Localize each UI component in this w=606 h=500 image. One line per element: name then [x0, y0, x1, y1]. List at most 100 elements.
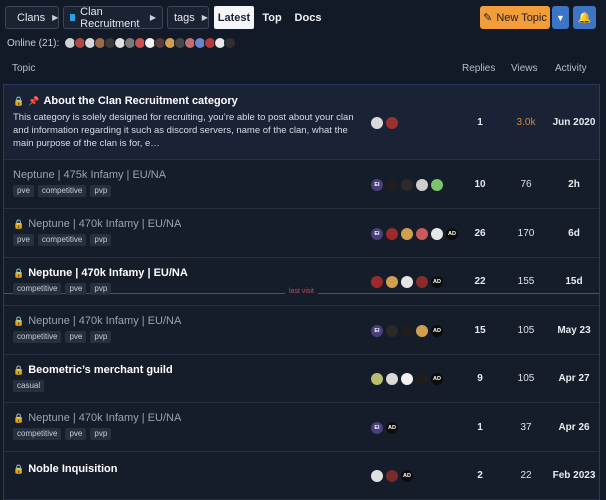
- topic-activity[interactable]: 6d: [549, 228, 599, 239]
- topic-activity[interactable]: Feb 2023: [549, 470, 599, 481]
- poster-avatar[interactable]: [386, 470, 398, 482]
- header-views[interactable]: Views: [511, 63, 538, 74]
- poster-avatar[interactable]: [371, 373, 383, 385]
- category-dropdown[interactable]: Clans ▶: [5, 6, 59, 29]
- bell-icon[interactable]: 🔔: [573, 6, 596, 29]
- tag-competitive[interactable]: competitive: [13, 331, 62, 343]
- tag-competitive[interactable]: competitive: [13, 428, 62, 440]
- poster-avatar[interactable]: AD: [386, 421, 398, 434]
- tags-dropdown[interactable]: tags ▶: [167, 6, 209, 29]
- topic-title-text[interactable]: Beometric’s merchant guild: [28, 364, 172, 376]
- header-topic[interactable]: Topic: [12, 63, 35, 74]
- topic-title[interactable]: Neptune | 475k Infamy | EU/NA: [13, 169, 166, 181]
- poster-avatar[interactable]: AD: [401, 470, 413, 482]
- tag-competitive[interactable]: competitive: [37, 185, 87, 197]
- poster-avatar[interactable]: EI: [371, 178, 383, 191]
- topic-title[interactable]: 🔒 Beometric’s merchant guild: [13, 364, 173, 376]
- tag-competitive[interactable]: competitive: [13, 283, 62, 295]
- topic-title-text[interactable]: About the Clan Recruitment category: [43, 95, 237, 107]
- topic-title-text[interactable]: Neptune | 470k Infamy | EU/NA: [28, 315, 181, 327]
- topic-activity[interactable]: Apr 27: [549, 373, 599, 384]
- poster-avatar[interactable]: [416, 276, 428, 288]
- tag-pve[interactable]: pve: [65, 283, 87, 295]
- topic-title-text[interactable]: Neptune | 470k Infamy | EU/NA: [28, 267, 188, 279]
- new-topic-button[interactable]: ✎ New Topic: [480, 6, 550, 29]
- tag-competitive[interactable]: competitive: [37, 234, 87, 246]
- chevron-down-icon[interactable]: ▼: [552, 6, 569, 29]
- topic-activity[interactable]: Jun 2020: [549, 117, 599, 128]
- poster-avatar[interactable]: [386, 373, 398, 385]
- topic-excerpt[interactable]: This category is solely designed for rec…: [13, 111, 358, 150]
- topic-title[interactable]: 🔒 Neptune | 470k Infamy | EU/NA: [13, 218, 181, 230]
- poster-avatar[interactable]: [401, 178, 413, 191]
- poster-avatar[interactable]: [386, 324, 398, 337]
- nav-latest[interactable]: Latest: [214, 6, 254, 29]
- topic-title[interactable]: 🔒 Noble Inquisition: [13, 463, 117, 475]
- tag-casual[interactable]: casual: [13, 380, 45, 392]
- poster-avatar[interactable]: [401, 276, 413, 288]
- topic-row[interactable]: 🔒 Noble Inquisition AD 2 22 Feb 2023: [4, 452, 599, 500]
- poster-avatar[interactable]: [386, 116, 398, 129]
- poster-avatar[interactable]: [401, 373, 413, 385]
- topic-title-text[interactable]: Noble Inquisition: [28, 463, 117, 475]
- topic-title[interactable]: 🔒 Neptune | 470k Infamy | EU/NA: [13, 267, 188, 279]
- poster-avatar[interactable]: [416, 178, 428, 191]
- tag-pvp[interactable]: pvp: [90, 234, 112, 246]
- poster-avatar[interactable]: EI: [371, 324, 383, 337]
- tag-pvp[interactable]: pvp: [90, 185, 112, 197]
- poster-avatar[interactable]: [401, 227, 413, 240]
- topic-row[interactable]: Neptune | 475k Infamy | EU/NA pve competit…: [4, 160, 599, 209]
- poster-avatar[interactable]: [401, 324, 413, 337]
- poster-avatar[interactable]: [371, 116, 383, 129]
- topic-title[interactable]: 🔒 📌 About the Clan Recruitment category: [13, 95, 238, 107]
- poster-avatar[interactable]: AD: [431, 324, 443, 337]
- topic-title-text[interactable]: Neptune | 475k Infamy | EU/NA: [13, 169, 166, 181]
- nav-docs[interactable]: Docs: [292, 6, 324, 29]
- nav-top[interactable]: Top: [258, 6, 286, 29]
- poster-avatar[interactable]: EI: [371, 227, 383, 240]
- topic-title[interactable]: 🔒 Neptune | 470k Infamy | EU/NA: [13, 412, 181, 424]
- poster-avatar[interactable]: [386, 227, 398, 240]
- poster-avatar[interactable]: EI: [371, 421, 383, 434]
- topic-replies: 1: [477, 116, 483, 128]
- poster-avatar[interactable]: [416, 324, 428, 337]
- lock-icon: 🔒: [13, 463, 25, 474]
- poster-avatar[interactable]: [416, 373, 428, 385]
- poster-avatar[interactable]: AD: [431, 373, 443, 385]
- poster-avatar[interactable]: [371, 276, 383, 288]
- topic-row[interactable]: 🔒 Neptune | 470k Infamy | EU/NA competitiv…: [4, 403, 599, 452]
- topic-title-text[interactable]: Neptune | 470k Infamy | EU/NA: [28, 412, 181, 424]
- topic-row[interactable]: 🔒 Neptune | 470k Infamy | EU/NA competitiv…: [4, 306, 599, 355]
- topic-title[interactable]: 🔒 Neptune | 470k Infamy | EU/NA: [13, 315, 181, 327]
- poster-avatar[interactable]: AD: [446, 227, 458, 240]
- topic-row[interactable]: 🔒 Beometric’s merchant guild casual AD 9 105 A…: [4, 355, 599, 403]
- poster-avatar[interactable]: [386, 178, 398, 191]
- tag-pve[interactable]: pve: [65, 428, 87, 440]
- poster-avatar[interactable]: [431, 178, 443, 191]
- poster-avatar[interactable]: [386, 276, 398, 288]
- tag-pvp[interactable]: pvp: [90, 283, 112, 295]
- online-avatar[interactable]: [224, 37, 237, 49]
- topic-row[interactable]: 🔒 Neptune | 470k Infamy | EU/NA pve competi…: [4, 209, 599, 258]
- poster-avatar[interactable]: [416, 227, 428, 240]
- topic-activity[interactable]: 15d: [549, 276, 599, 287]
- tag-pve[interactable]: pve: [13, 185, 34, 197]
- header-activity[interactable]: Activity: [555, 63, 587, 74]
- poster-avatar[interactable]: [371, 470, 383, 482]
- tag-pvp[interactable]: pvp: [90, 331, 112, 343]
- tag-pve[interactable]: pve: [65, 331, 87, 343]
- topic-row[interactable]: 🔒 📌 About the Clan Recruitment category Thi…: [4, 85, 599, 160]
- topic-row[interactable]: 🔒 Neptune | 470k Infamy | EU/NA competitiv…: [4, 258, 599, 306]
- topic-activity[interactable]: May 23: [549, 325, 599, 336]
- topic-posters: AD: [371, 470, 413, 482]
- tag-pvp[interactable]: pvp: [90, 428, 112, 440]
- topic-activity[interactable]: 2h: [549, 179, 599, 190]
- topic-activity[interactable]: Apr 26: [549, 422, 599, 433]
- subcategory-dropdown[interactable]: Clan Recruitment ▶: [63, 6, 163, 30]
- tag-pve[interactable]: pve: [13, 234, 34, 246]
- topic-replies: 26: [474, 227, 486, 239]
- poster-avatar[interactable]: AD: [431, 276, 443, 288]
- header-replies[interactable]: Replies: [462, 63, 495, 74]
- topic-title-text[interactable]: Neptune | 470k Infamy | EU/NA: [28, 218, 181, 230]
- poster-avatar[interactable]: [431, 227, 443, 240]
